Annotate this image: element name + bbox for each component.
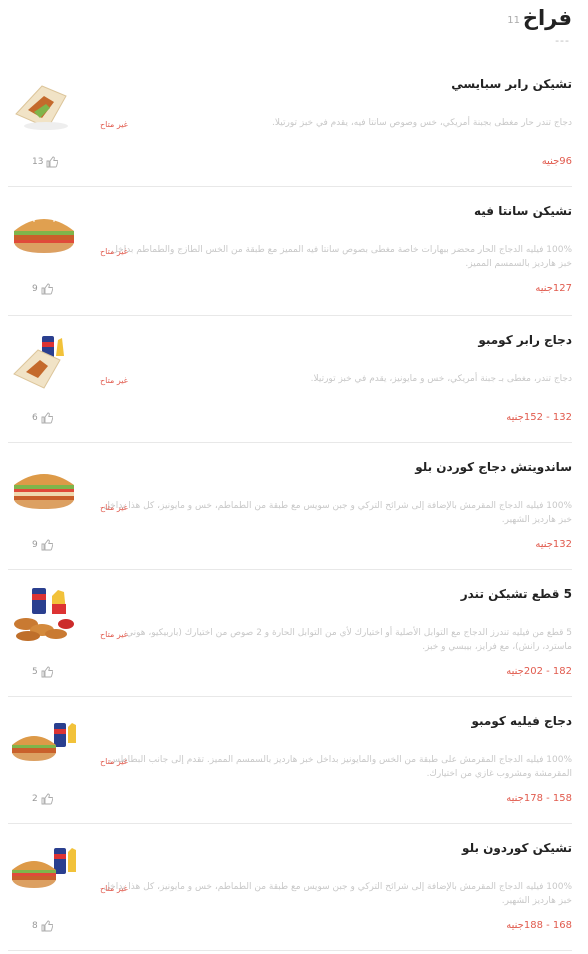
like-button[interactable]: 6	[32, 412, 53, 424]
like-count: 2	[32, 794, 38, 804]
menu-item-list: تشيكن رابر سبايسي دجاج تندر حار مغطى بجب…	[8, 60, 572, 951]
thumbs-up-icon	[41, 412, 53, 424]
like-button[interactable]: 9	[32, 283, 53, 295]
item-description: 100% فيليه الدجاج المقرمش بالإضافة إلى ش…	[103, 882, 572, 906]
menu-item[interactable]: دجاج رابر كومبو دجاج تندر، مغطى بـ جبنة …	[8, 316, 572, 443]
like-button[interactable]: 2	[32, 793, 53, 805]
menu-item[interactable]: تشيكن كوردون بلو 100% فيليه الدجاج المقر…	[8, 824, 572, 951]
like-count: 13	[32, 157, 44, 167]
category-header: فراخ 11 ---	[16, 4, 572, 47]
item-description: دجاج تندر حار مغطى بجبنة أمريكي، خس وصوص…	[272, 118, 572, 128]
item-image	[8, 838, 80, 902]
thumbs-up-icon	[41, 283, 53, 295]
item-description: 100% فيليه الدجاج المقرمش بالإضافة إلى ش…	[103, 501, 572, 525]
item-description: 5 قطع من فيليه تندرز الدجاج مع التوابل ا…	[126, 628, 572, 652]
like-count: 5	[32, 667, 38, 677]
like-count: 8	[32, 921, 38, 931]
thumbs-up-icon	[41, 539, 53, 551]
item-image	[8, 457, 80, 521]
menu-item[interactable]: تشيكن سانتا فيه 100% فيليه الدجاج الحار …	[8, 187, 572, 316]
like-count: 6	[32, 413, 38, 423]
item-description: دجاج تندر، مغطى بـ جبنة أمريكي، خس و ماي…	[310, 374, 572, 384]
item-name[interactable]: 5 قطع تشيكن تندر	[461, 587, 572, 601]
menu-item[interactable]: دجاج فيليه كومبو 100% فيليه الدجاج المقر…	[8, 697, 572, 824]
item-name[interactable]: تشيكن كوردون بلو	[462, 841, 572, 855]
item-price: 132جنيه	[535, 539, 572, 550]
unavailable-badge: غير متاح	[100, 503, 128, 512]
unavailable-badge: غير متاح	[100, 757, 128, 766]
thumbs-up-icon	[41, 920, 53, 932]
item-price: 127جنيه	[535, 283, 572, 294]
menu-item[interactable]: ساندويتش دجاج كوردن بلو 100% فيليه الدجا…	[8, 443, 572, 570]
item-image	[8, 74, 80, 138]
item-price: 96جنيه	[541, 156, 572, 167]
thumbs-up-icon	[41, 793, 53, 805]
thumbs-up-icon	[41, 666, 53, 678]
like-button[interactable]: 8	[32, 920, 53, 932]
unavailable-badge: غير متاح	[100, 376, 128, 385]
item-price: 132 - 152جنيه	[506, 412, 572, 423]
like-count: 9	[32, 540, 38, 550]
item-name[interactable]: دجاج رابر كومبو	[478, 333, 572, 347]
like-count: 9	[32, 284, 38, 294]
item-description: 100% فيليه الدجاج المقرمش على طبقة من ال…	[109, 755, 572, 779]
category-title: فراخ	[522, 6, 572, 30]
like-button[interactable]: 9	[32, 539, 53, 551]
unavailable-badge: غير متاح	[100, 247, 128, 256]
item-name[interactable]: دجاج فيليه كومبو	[472, 714, 573, 728]
like-button[interactable]: 13	[32, 156, 59, 168]
menu-item[interactable]: تشيكن رابر سبايسي دجاج تندر حار مغطى بجب…	[8, 60, 572, 187]
menu-item[interactable]: 5 قطع تشيكن تندر 5 قطع من فيليه تندرز ال…	[8, 570, 572, 697]
unavailable-badge: غير متاح	[100, 884, 128, 893]
item-name[interactable]: تشيكن سانتا فيه	[474, 204, 572, 218]
item-name[interactable]: ساندويتش دجاج كوردن بلو	[415, 460, 572, 474]
item-image	[8, 584, 80, 648]
like-button[interactable]: 5	[32, 666, 53, 678]
item-price: 182 - 202جنيه	[506, 666, 572, 677]
item-image	[8, 330, 80, 394]
thumbs-up-icon	[47, 156, 59, 168]
unavailable-badge: غير متاح	[100, 120, 128, 129]
item-price: 168 - 188جنيه	[506, 920, 572, 931]
category-item-count: 11	[507, 15, 520, 26]
unavailable-badge: غير متاح	[100, 630, 128, 639]
item-image	[8, 201, 80, 265]
item-description: 100% فيليه الدجاج الحار محضر ببهارات خاص…	[111, 245, 572, 269]
item-image	[8, 711, 80, 775]
item-price: 158 - 178جنيه	[506, 793, 572, 804]
item-name[interactable]: تشيكن رابر سبايسي	[451, 77, 572, 91]
title-underline: ---	[555, 34, 570, 47]
